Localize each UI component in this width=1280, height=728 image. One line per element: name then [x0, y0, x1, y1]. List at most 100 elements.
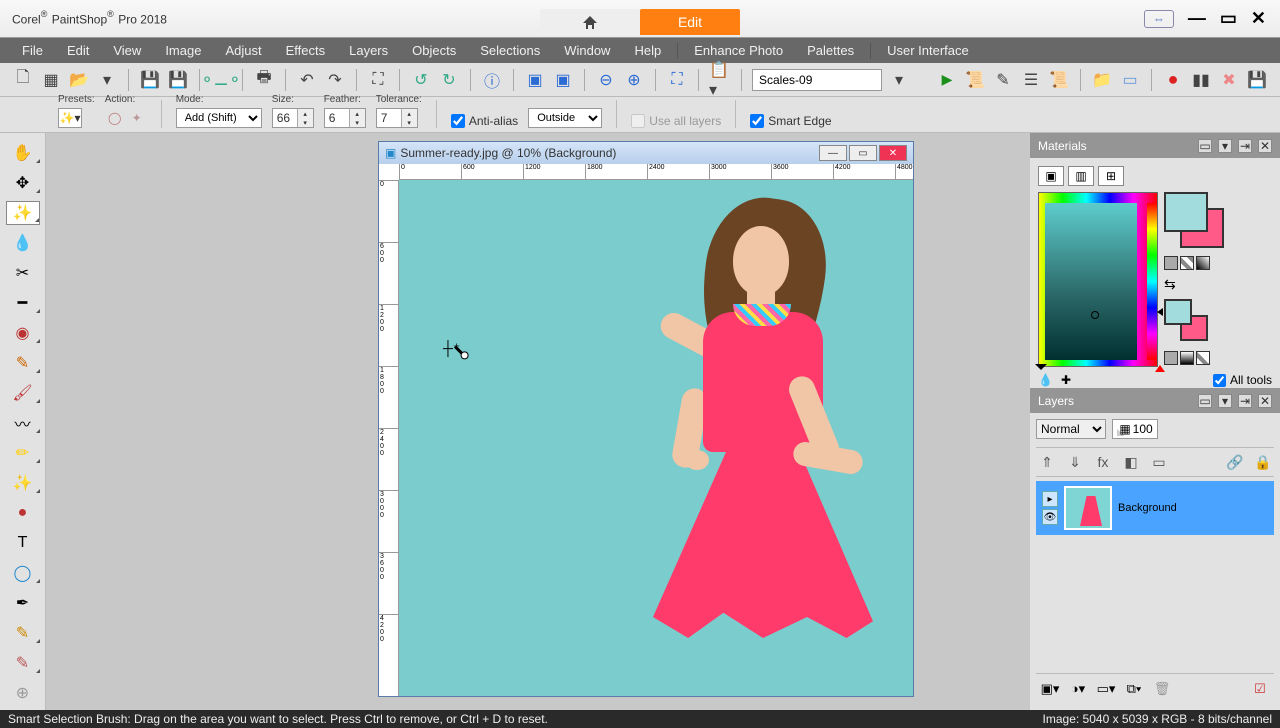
- minimize-button[interactable]: —: [1188, 8, 1206, 29]
- blob-tool[interactable]: ●: [6, 501, 40, 525]
- mat-mode-swatch[interactable]: ⊞: [1098, 166, 1124, 186]
- menu-user-interface[interactable]: User Interface: [875, 39, 981, 62]
- color-spectrum[interactable]: [1038, 192, 1158, 367]
- style-texture-icon[interactable]: [1180, 256, 1194, 270]
- close-button[interactable]: ✕: [1251, 8, 1266, 29]
- menu-objects[interactable]: Objects: [400, 39, 468, 62]
- panel-pin-icon[interactable]: ⇥: [1238, 394, 1252, 408]
- script-c-icon[interactable]: ▭: [1119, 69, 1141, 91]
- mat-mode-rainbow[interactable]: ▥: [1068, 166, 1094, 186]
- panel-close-icon[interactable]: ✕: [1258, 139, 1272, 153]
- layers-panel-header[interactable]: Layers ▭ ▾ ⇥ ✕: [1030, 388, 1280, 413]
- canvas[interactable]: ┼⁺: [399, 180, 913, 696]
- action-add-icon[interactable]: ◯: [105, 108, 125, 128]
- script-a-icon[interactable]: 📜: [964, 69, 986, 91]
- menu-image[interactable]: Image: [153, 39, 213, 62]
- panel-undock-icon[interactable]: ▭: [1198, 139, 1212, 153]
- document-titlebar[interactable]: ▣ Summer-ready.jpg @ 10% (Background) — …: [379, 142, 913, 164]
- script-edit-icon[interactable]: ✎: [992, 69, 1014, 91]
- script-list-icon[interactable]: ☰: [1020, 69, 1042, 91]
- artmedia-tool[interactable]: ✎: [6, 621, 40, 645]
- crop-tool[interactable]: ✂: [6, 261, 40, 285]
- doc-maximize-button[interactable]: ▭: [849, 145, 877, 161]
- open-icon[interactable]: 📂: [68, 69, 90, 91]
- style-pattern-icon[interactable]: [1196, 256, 1210, 270]
- mini-swatch[interactable]: [1164, 299, 1212, 345]
- launcher-combo[interactable]: [752, 69, 882, 91]
- panel-menu-icon[interactable]: ▾: [1218, 139, 1232, 153]
- layer-settings-icon[interactable]: ☑: [1250, 680, 1270, 698]
- brush-tool[interactable]: ✏: [6, 441, 40, 465]
- menu-adjust[interactable]: Adjust: [213, 39, 273, 62]
- print-icon[interactable]: 🖶: [253, 69, 275, 91]
- save-as-icon[interactable]: 💾: [167, 69, 189, 91]
- screen-a-icon[interactable]: ▣: [524, 69, 546, 91]
- restore-hint-icon[interactable]: ⇔: [1144, 10, 1174, 28]
- menu-selections[interactable]: Selections: [468, 39, 552, 62]
- style-shade-icon[interactable]: [1164, 256, 1178, 270]
- dropper-tool[interactable]: 💧: [6, 231, 40, 255]
- menu-effects[interactable]: Effects: [274, 39, 338, 62]
- save-icon[interactable]: 💾: [139, 69, 161, 91]
- maximize-button[interactable]: ▭: [1220, 8, 1237, 29]
- action-remove-icon[interactable]: ✦: [127, 108, 147, 128]
- size-spinner[interactable]: 66▴▾: [272, 108, 314, 128]
- opacity-field[interactable]: ▦100: [1112, 419, 1158, 439]
- swap-icon[interactable]: ⇆: [1164, 276, 1176, 293]
- new-layer-icon[interactable]: ▣▾: [1040, 680, 1060, 698]
- layer-row-background[interactable]: ▸ 👁 Background: [1036, 481, 1274, 535]
- pen-tool[interactable]: ✒: [6, 591, 40, 615]
- feather-spinner[interactable]: 6▴▾: [324, 108, 366, 128]
- layer-lock-icon[interactable]: 🔒: [1252, 452, 1274, 472]
- doc-close-button[interactable]: ✕: [879, 145, 907, 161]
- share-icon[interactable]: ⚬⚊⚬: [210, 69, 232, 91]
- layer-visibility-icon[interactable]: 👁: [1042, 509, 1058, 525]
- layer-expand-icon[interactable]: ▸: [1042, 491, 1058, 507]
- layer-link-icon[interactable]: 🔗: [1224, 452, 1246, 472]
- add-tool[interactable]: ⊕: [6, 681, 40, 705]
- resize-icon[interactable]: ⛶: [367, 69, 389, 91]
- menu-view[interactable]: View: [101, 39, 153, 62]
- combo-drop-icon[interactable]: ▾: [888, 69, 910, 91]
- tab-edit[interactable]: Edit: [640, 9, 740, 35]
- rotate-left-icon[interactable]: ↺: [410, 69, 432, 91]
- menu-palettes[interactable]: Palettes: [795, 39, 866, 62]
- tab-home[interactable]: [540, 9, 640, 35]
- scratch-tool[interactable]: 〰: [6, 411, 40, 435]
- blend-mode-select[interactable]: Normal: [1036, 419, 1106, 439]
- panel-pin-icon[interactable]: ⇥: [1238, 139, 1252, 153]
- save-script-icon[interactable]: 💾: [1246, 69, 1268, 91]
- menu-window[interactable]: Window: [552, 39, 622, 62]
- add-swatch-icon[interactable]: ✚: [1061, 373, 1071, 387]
- redo-icon[interactable]: ↷: [324, 69, 346, 91]
- info-icon[interactable]: ⓘ: [481, 69, 503, 91]
- clone-tool[interactable]: 🖌: [6, 381, 40, 405]
- adjust-layer-icon[interactable]: ◑▾: [1068, 680, 1088, 698]
- menu-enhance-photo[interactable]: Enhance Photo: [682, 39, 795, 62]
- menu-help[interactable]: Help: [622, 39, 673, 62]
- undo-icon[interactable]: ↶: [296, 69, 318, 91]
- smudge-tool[interactable]: ✎: [6, 651, 40, 675]
- tolerance-spinner[interactable]: 7▴▾: [376, 108, 418, 128]
- straighten-tool[interactable]: ━: [6, 291, 40, 315]
- mask-layer-icon[interactable]: ▭▾: [1096, 680, 1116, 698]
- style2-a-icon[interactable]: [1164, 351, 1178, 365]
- merge-down-icon[interactable]: ⧉▾: [1124, 680, 1144, 698]
- pause-icon[interactable]: ▮▮: [1190, 69, 1212, 91]
- layer-fx-icon[interactable]: fx: [1092, 452, 1114, 472]
- style2-c-icon[interactable]: [1196, 351, 1210, 365]
- move-tool[interactable]: ✥: [6, 171, 40, 195]
- play-icon[interactable]: ▶: [936, 69, 958, 91]
- zoom-fit-icon[interactable]: ⛶: [666, 69, 688, 91]
- match-select[interactable]: Outside: [528, 108, 602, 128]
- script-b-icon[interactable]: 📜: [1048, 69, 1070, 91]
- doc-minimize-button[interactable]: —: [819, 145, 847, 161]
- selection-brush-tool[interactable]: ✨: [6, 201, 40, 225]
- smart-edge-checkbox[interactable]: Smart Edge: [750, 114, 831, 128]
- rotate-right-icon[interactable]: ↻: [438, 69, 460, 91]
- presets-button[interactable]: ✨▾: [58, 108, 82, 128]
- panel-close-icon[interactable]: ✕: [1258, 394, 1272, 408]
- grid-icon[interactable]: ▦: [40, 69, 62, 91]
- menu-edit[interactable]: Edit: [55, 39, 101, 62]
- menu-layers[interactable]: Layers: [337, 39, 400, 62]
